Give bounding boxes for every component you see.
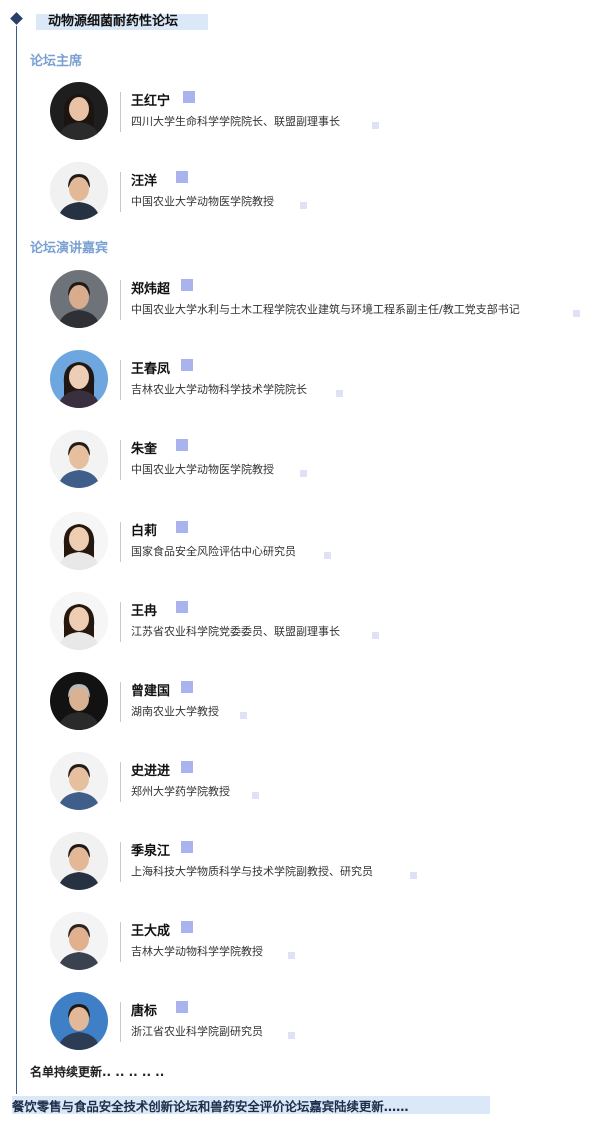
avatar bbox=[50, 592, 108, 650]
section-speakers-heading: 论坛演讲嘉宾 bbox=[30, 241, 109, 256]
avatar bbox=[50, 912, 108, 970]
speaker-name: 朱奎 bbox=[131, 442, 158, 457]
speaker-name: 曾建国 bbox=[131, 684, 171, 699]
card-divider bbox=[120, 440, 121, 480]
avatar bbox=[50, 162, 108, 220]
section-chair-heading: 论坛主席 bbox=[30, 54, 83, 69]
speaker-title: 浙江省农业科学院副研究员 bbox=[131, 1025, 263, 1038]
name-marker bbox=[181, 359, 193, 371]
card-divider bbox=[120, 922, 121, 962]
speaker-name: 季泉江 bbox=[131, 844, 171, 859]
speaker-card: 王大成 吉林大学动物科学学院教授 bbox=[50, 910, 590, 974]
name-marker bbox=[181, 681, 193, 693]
speaker-title: 中国农业大学动物医学院教授 bbox=[131, 463, 274, 476]
page-title: 动物源细菌耐药性论坛 bbox=[48, 14, 179, 29]
card-divider bbox=[120, 842, 121, 882]
speaker-name: 王冉 bbox=[131, 604, 158, 619]
name-marker bbox=[181, 921, 193, 933]
card-divider bbox=[120, 172, 121, 212]
speaker-title: 国家食品安全风险评估中心研究员 bbox=[131, 545, 296, 558]
avatar bbox=[50, 82, 108, 140]
speaker-card: 汪洋 中国农业大学动物医学院教授 bbox=[50, 160, 590, 224]
avatar bbox=[50, 350, 108, 408]
title-marker bbox=[372, 632, 379, 639]
name-marker bbox=[176, 439, 188, 451]
speaker-card: 王春凤 吉林农业大学动物科学技术学院院长 bbox=[50, 348, 590, 412]
speaker-name: 郑炜超 bbox=[131, 282, 171, 297]
name-marker bbox=[183, 91, 195, 103]
avatar bbox=[50, 752, 108, 810]
avatar bbox=[50, 270, 108, 328]
speaker-title: 吉林农业大学动物科学技术学院院长 bbox=[131, 383, 307, 396]
avatar bbox=[50, 430, 108, 488]
speaker-card: 曾建国 湖南农业大学教授 bbox=[50, 670, 590, 734]
card-divider bbox=[120, 92, 121, 132]
speaker-card: 王冉 江苏省农业科学院党委委员、联盟副理事长 bbox=[50, 590, 590, 654]
avatar bbox=[50, 992, 108, 1050]
card-divider bbox=[120, 682, 121, 722]
card-divider bbox=[120, 522, 121, 562]
name-marker bbox=[176, 171, 188, 183]
speaker-title: 上海科技大学物质科学与技术学院副教授、研究员 bbox=[131, 865, 373, 878]
speaker-title: 吉林大学动物科学学院教授 bbox=[131, 945, 263, 958]
title-marker bbox=[300, 202, 307, 209]
title-marker bbox=[288, 1032, 295, 1039]
speaker-title: 郑州大学药学院教授 bbox=[131, 785, 230, 798]
speaker-name: 王红宁 bbox=[131, 94, 171, 109]
title-marker bbox=[573, 310, 580, 317]
speaker-title: 中国农业大学水利与土木工程学院农业建筑与环境工程系副主任/教工党支部书记 bbox=[131, 303, 520, 316]
speaker-card: 唐标 浙江省农业科学院副研究员 bbox=[50, 990, 590, 1054]
card-divider bbox=[120, 360, 121, 400]
name-marker bbox=[181, 761, 193, 773]
footer-banner: 餐饮零售与食品安全技术创新论坛和兽药安全评价论坛嘉宾陆续更新…… bbox=[12, 1099, 409, 1114]
card-divider bbox=[120, 280, 121, 320]
timeline-line bbox=[16, 26, 17, 1094]
avatar bbox=[50, 512, 108, 570]
name-marker bbox=[181, 841, 193, 853]
avatar bbox=[50, 832, 108, 890]
speaker-name: 王春凤 bbox=[131, 362, 171, 377]
title-marker bbox=[410, 872, 417, 879]
title-marker bbox=[324, 552, 331, 559]
diamond-icon bbox=[10, 12, 23, 25]
title-marker bbox=[240, 712, 247, 719]
name-marker bbox=[176, 601, 188, 613]
card-divider bbox=[120, 762, 121, 802]
card-divider bbox=[120, 1002, 121, 1042]
speaker-name: 白莉 bbox=[131, 524, 158, 539]
speaker-card: 朱奎 中国农业大学动物医学院教授 bbox=[50, 428, 590, 492]
speaker-card: 郑炜超 中国农业大学水利与土木工程学院农业建筑与环境工程系副主任/教工党支部书记 bbox=[50, 268, 590, 332]
list-updating-note: 名单持续更新.. .. .. .. .. bbox=[30, 1065, 165, 1079]
name-marker bbox=[176, 1001, 188, 1013]
speaker-title: 四川大学生命科学学院院长、联盟副理事长 bbox=[131, 115, 340, 128]
speaker-name: 汪洋 bbox=[131, 174, 158, 189]
name-marker bbox=[176, 521, 188, 533]
speaker-name: 史进进 bbox=[131, 764, 171, 779]
speaker-card: 季泉江 上海科技大学物质科学与技术学院副教授、研究员 bbox=[50, 830, 590, 894]
name-marker bbox=[181, 279, 193, 291]
title-marker bbox=[252, 792, 259, 799]
avatar bbox=[50, 672, 108, 730]
title-marker bbox=[300, 470, 307, 477]
speaker-card: 史进进 郑州大学药学院教授 bbox=[50, 750, 590, 814]
speaker-card: 王红宁 四川大学生命科学学院院长、联盟副理事长 bbox=[50, 80, 590, 144]
speaker-name: 唐标 bbox=[131, 1004, 158, 1019]
card-divider bbox=[120, 602, 121, 642]
speaker-card: 白莉 国家食品安全风险评估中心研究员 bbox=[50, 510, 590, 574]
speaker-title: 江苏省农业科学院党委委员、联盟副理事长 bbox=[131, 625, 340, 638]
title-marker bbox=[372, 122, 379, 129]
title-marker bbox=[288, 952, 295, 959]
speaker-name: 王大成 bbox=[131, 924, 171, 939]
speaker-title: 中国农业大学动物医学院教授 bbox=[131, 195, 274, 208]
speaker-title: 湖南农业大学教授 bbox=[131, 705, 219, 718]
title-marker bbox=[336, 390, 343, 397]
